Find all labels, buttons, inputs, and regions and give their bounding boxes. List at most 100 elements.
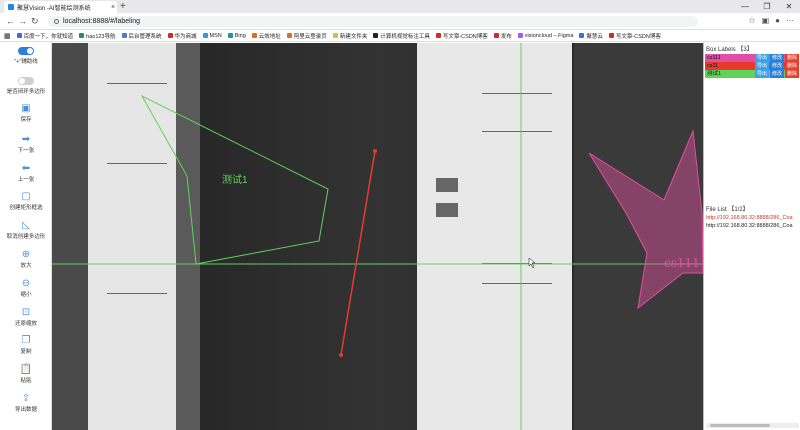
new-tab-button[interactable]: + — [120, 1, 126, 12]
reset-zoom-button[interactable]: ⊡ 还原缩放 — [0, 307, 52, 327]
minimize-button[interactable]: — — [734, 0, 756, 13]
closed-polygon-tool[interactable]: 是否闭环多边形 — [0, 77, 52, 95]
next-image-button[interactable]: ➡ 下一张 — [0, 134, 52, 154]
collections-icon[interactable]: ▣ — [762, 16, 770, 25]
bookmark-item[interactable]: 华为商城 — [167, 32, 197, 40]
label-star-text: cs111 — [664, 256, 700, 270]
bookmark-item[interactable]: 后台管理系统 — [121, 32, 162, 40]
right-panel: Box Labels 【3】 cs111 导出 修改 删除 cs11 导出 修改 删除 测试1 导… — [703, 43, 800, 430]
box-label-actions: 导出 修改 删除 — [754, 54, 799, 62]
export-label-button[interactable]: 导出 — [754, 70, 769, 78]
bookmark-item[interactable]: 写文章-CSDN博客 — [435, 32, 488, 40]
create-rect-button[interactable]: ▢ 创建矩形框选 — [0, 191, 52, 211]
bookmark-favicon-icon — [435, 33, 441, 38]
box-label-row[interactable]: 测试1 导出 修改 删除 — [705, 70, 799, 78]
box-label-row[interactable]: cs111 导出 修改 删除 — [705, 54, 799, 62]
zoom-out-button[interactable]: ⊖ 缩小 — [0, 278, 52, 298]
close-window-button[interactable]: ✕ — [778, 0, 800, 13]
save-button[interactable]: ▣ 保存 — [0, 103, 52, 123]
closed-polygon-label: 是否闭环多边形 — [6, 89, 46, 95]
reset-zoom-label: 还原缩放 — [14, 321, 37, 327]
bookmark-label: Bing — [234, 32, 246, 39]
maximize-button[interactable]: ❐ — [756, 0, 778, 13]
more-menu-icon[interactable]: ⋯ — [786, 16, 794, 25]
bookmark-item[interactable]: 新建文件夹 — [332, 32, 367, 40]
zoom-in-button[interactable]: ⊕ 放大 — [0, 249, 52, 269]
bookmark-favicon-icon — [79, 33, 85, 38]
cancel-polygon-label: 取消创建多边形 — [6, 234, 46, 240]
bookmark-label: 聚慧云 — [586, 33, 603, 40]
browser-tab[interactable]: 聚慧Vision -AI智能绘测系统 × — [4, 1, 117, 13]
bookmark-label: 计算机视觉标注工具 — [380, 33, 430, 40]
cancel-polygon-button[interactable]: ◺ 取消创建多边形 — [0, 220, 52, 240]
bookmark-item[interactable]: 聚慧云 — [579, 32, 603, 40]
bookmark-item[interactable]: 计算机视觉标注工具 — [373, 32, 430, 40]
zoom-in-label: 放大 — [20, 263, 32, 269]
bookmark-item[interactable]: 写文章-CSDN博客 — [608, 32, 661, 40]
box-label-actions: 导出 修改 删除 — [754, 62, 799, 70]
copy-button[interactable]: ❐ 复制 — [0, 335, 52, 355]
crosshair-label: "+"辅助线 — [14, 59, 38, 65]
copy-icon: ❐ — [21, 335, 31, 346]
url-field[interactable]: localhost:8888/#/labeling — [48, 16, 698, 27]
forward-icon[interactable]: → — [18, 16, 27, 26]
export-label-button[interactable]: 导出 — [754, 54, 769, 62]
bookmark-item[interactable]: MSN — [202, 33, 222, 39]
box-label-name: cs11 — [707, 63, 719, 69]
line-endpoint-handle[interactable] — [373, 149, 377, 153]
paste-icon: 📋 — [19, 364, 33, 375]
bookmark-item[interactable]: 云效地址 — [251, 32, 281, 40]
bookmark-item[interactable]: 百度一下，你就知道 — [16, 32, 73, 40]
bookmark-favicon-icon — [286, 33, 292, 38]
bookmark-favicon-icon — [167, 33, 173, 38]
crosshair-toggle[interactable] — [18, 47, 34, 55]
edit-label-button[interactable]: 修改 — [769, 62, 784, 70]
box-labels-title: Box Labels 【3】 — [706, 47, 753, 53]
export-label: 导出数据 — [14, 407, 37, 413]
edit-label-button[interactable]: 修改 — [769, 70, 784, 78]
reset-zoom-icon: ⊡ — [21, 307, 31, 318]
bookmark-favicon-icon — [16, 33, 22, 38]
bookmark-favicon-icon — [332, 33, 338, 38]
crosshair-tool[interactable]: "+"辅助线 — [0, 47, 52, 65]
tool-sidebar: "+"辅助线 是否闭环多边形 ▣ 保存 ➡ 下一张 ⬅ 上一张 ▢ 创建矩形框选… — [0, 43, 52, 430]
bookmark-favicon-icon — [251, 33, 257, 38]
bookmark-favicon-icon — [227, 33, 233, 38]
back-icon[interactable]: ← — [6, 16, 15, 26]
paste-label: 粘贴 — [20, 378, 32, 384]
horizontal-scrollbar[interactable] — [706, 423, 799, 428]
bookmark-item[interactable]: hao123导航 — [79, 32, 116, 40]
prev-image-button[interactable]: ⬅ 上一张 — [0, 163, 52, 183]
file-list-item[interactable]: http://192.168.80.32:8888/286_Coa — [704, 222, 800, 230]
reload-icon[interactable]: ↻ — [31, 16, 39, 26]
file-list-item[interactable]: http://192.168.80.32:8888/286_Coa — [704, 214, 800, 222]
file-list-title: File List 【1/2】 — [706, 207, 749, 213]
export-label-button[interactable]: 导出 — [754, 62, 769, 70]
edit-label-button[interactable]: 修改 — [769, 54, 784, 62]
favorite-star-icon[interactable]: ☆ — [748, 16, 755, 25]
file-list-panel: File List 【1/2】 http://192.168.80.32:888… — [704, 203, 800, 230]
delete-label-button[interactable]: 删除 — [784, 62, 799, 70]
closed-polygon-toggle[interactable] — [18, 77, 34, 85]
box-label-row[interactable]: cs11 导出 修改 删除 — [705, 62, 799, 70]
prev-label: 上一张 — [17, 177, 35, 183]
delete-label-button[interactable]: 删除 — [784, 54, 799, 62]
save-icon: ▣ — [21, 103, 31, 114]
bookmark-item[interactable]: Bing — [227, 32, 246, 39]
bookmark-item[interactable]: 发布 — [493, 32, 512, 40]
annotation-canvas[interactable]: 测试1 cs111 — [52, 43, 703, 430]
delete-label-button[interactable]: 删除 — [784, 70, 799, 78]
bookmark-item[interactable]: visioncloud – Figma — [517, 32, 574, 39]
bookmarks-app-icon[interactable]: ▦ — [4, 32, 11, 40]
bookmark-favicon-icon — [121, 33, 127, 38]
arrow-right-icon: ➡ — [21, 134, 31, 145]
paste-button[interactable]: 📋 粘贴 — [0, 364, 52, 384]
profile-icon[interactable]: ● — [775, 16, 780, 25]
canvas-svg[interactable]: 测试1 cs111 — [52, 43, 703, 430]
bookmark-label: visioncloud – Figma — [524, 32, 574, 39]
site-info-icon[interactable] — [54, 19, 59, 24]
bookmark-item[interactable]: 阿里云登录页 — [286, 32, 327, 40]
line-endpoint-handle[interactable] — [339, 353, 343, 357]
tab-close-icon[interactable]: × — [109, 4, 117, 11]
export-data-button[interactable]: ⇪ 导出数据 — [0, 393, 52, 413]
